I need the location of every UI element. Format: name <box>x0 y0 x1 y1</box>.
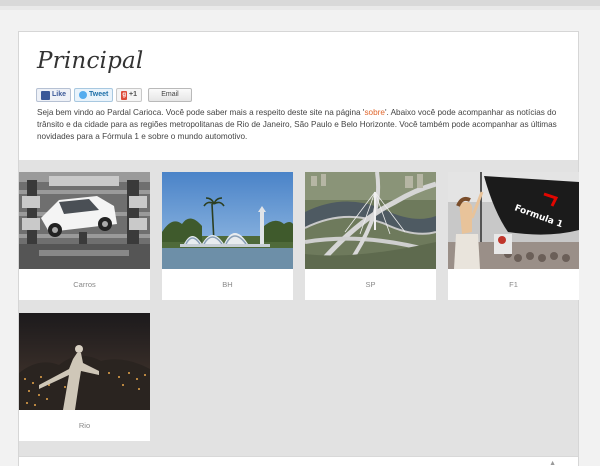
tile-caption[interactable]: Carros <box>19 269 150 300</box>
rio-image[interactable] <box>19 313 150 410</box>
tile-f1[interactable]: Formula 1 F1 <box>448 172 579 300</box>
tile-caption[interactable]: F1 <box>448 269 579 300</box>
tweet-label: Tweet <box>89 91 109 98</box>
tile-sp[interactable]: SP <box>305 172 436 300</box>
tile-carros[interactable]: Carros <box>19 172 150 300</box>
tile-caption[interactable]: SP <box>305 269 436 300</box>
google-plus-icon: g <box>121 90 128 100</box>
tile-rio[interactable]: Rio <box>19 313 150 441</box>
bh-image[interactable] <box>162 172 293 269</box>
email-label: Email <box>161 91 179 98</box>
carros-image[interactable] <box>19 172 150 269</box>
scroll-up-icon[interactable]: ▲ <box>549 460 556 466</box>
social-buttons: Like Tweet g +1 Email <box>36 88 192 102</box>
intro-text-start: Seja bem vindo ao Pardal Carioca. Você p… <box>37 108 365 117</box>
tile-bh[interactable]: BH <box>162 172 293 300</box>
page-title: Principal <box>37 48 144 74</box>
top-bar-shadow <box>0 6 600 10</box>
intro-text: Seja bem vindo ao Pardal Carioca. Você p… <box>37 107 562 143</box>
sp-image[interactable] <box>305 172 436 269</box>
google-plus-button[interactable]: g +1 <box>116 88 142 102</box>
facebook-like-button[interactable]: Like <box>36 88 72 102</box>
tweet-button[interactable]: Tweet <box>74 88 114 102</box>
email-button[interactable]: Email <box>148 88 192 102</box>
page-header: Principal Like Tweet g +1 Email Seja bem… <box>19 32 578 160</box>
about-link[interactable]: sobre <box>364 108 384 117</box>
tile-caption[interactable]: BH <box>162 269 293 300</box>
gplus-label: +1 <box>129 91 137 98</box>
f1-image[interactable]: Formula 1 <box>448 172 579 269</box>
twitter-icon <box>79 91 88 99</box>
tile-caption[interactable]: Rio <box>19 410 150 441</box>
bottom-bar: ▲ <box>19 456 578 466</box>
main-card: Principal Like Tweet g +1 Email Seja bem… <box>18 31 579 466</box>
facebook-like-icon <box>41 90 50 100</box>
like-label: Like <box>52 91 67 98</box>
